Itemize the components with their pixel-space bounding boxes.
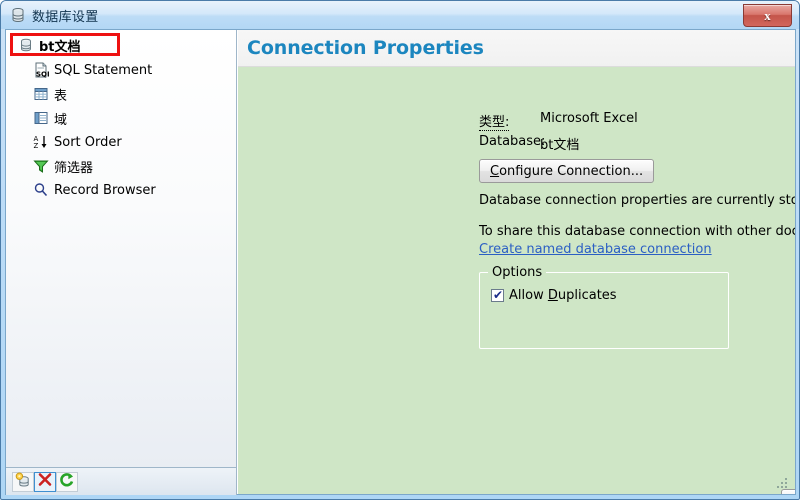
connection-properties-panel: Connection Properties 类型: Microsoft Exce… <box>238 30 795 494</box>
tree-item-label: 表 <box>54 85 67 104</box>
tree-item-sort-order[interactable]: A Z Sort Order <box>33 131 237 153</box>
configure-connection-label: Configure Connection... <box>490 164 643 179</box>
tree-item-label: 筛选器 <box>54 157 93 176</box>
title-bar[interactable]: 数据库设置 x <box>1 1 799 29</box>
allow-duplicates-checkbox[interactable]: ✔ Allow Duplicates <box>491 288 617 303</box>
tree-item-bt-document[interactable]: bt文档 <box>18 34 237 56</box>
checkbox-box[interactable]: ✔ <box>491 289 504 302</box>
close-icon: x <box>744 5 791 26</box>
info-text-stored: Database connection properties are curre… <box>479 193 795 208</box>
tree-item-label: 域 <box>54 109 67 128</box>
database-value: bt文档 <box>540 134 579 153</box>
tree-item-fields[interactable]: 域 <box>33 107 237 129</box>
database-settings-window: 数据库设置 x bt文档 <box>0 0 800 500</box>
filter-icon <box>33 158 49 174</box>
database-icon <box>10 7 26 23</box>
type-label: 类型: <box>479 111 509 130</box>
allow-duplicates-label: Allow Duplicates <box>509 288 617 303</box>
checkmark-icon: ✔ <box>493 289 503 302</box>
tree-item-sql-statement[interactable]: SQL SQL Statement <box>33 59 237 81</box>
tree-item-label: bt文档 <box>39 36 81 55</box>
tree-item-record-browser[interactable]: Record Browser <box>33 179 237 201</box>
info-text-share: To share this database connection with o… <box>479 224 795 239</box>
sort-order-icon: A Z <box>33 134 49 150</box>
tree-toolbar <box>6 467 237 495</box>
window-title: 数据库设置 <box>32 6 99 25</box>
create-named-connection-link[interactable]: Create named database connection <box>479 242 712 257</box>
sql-statement-icon: SQL <box>33 62 49 78</box>
tree-item-tables[interactable]: 表 <box>33 83 237 105</box>
field-icon <box>33 110 49 126</box>
new-database-button[interactable] <box>12 472 34 492</box>
options-group-legend: Options <box>488 265 546 280</box>
tree-item-label: SQL Statement <box>54 63 152 78</box>
table-icon <box>33 86 49 102</box>
green-refresh-icon <box>59 472 75 493</box>
dialog-client-area: bt文档 SQL SQL Statement <box>5 29 796 495</box>
tree-item-label: Sort Order <box>54 135 122 150</box>
tree-item-label: Record Browser <box>54 183 156 198</box>
type-label-text: 类型: <box>479 115 509 131</box>
refresh-button[interactable] <box>56 472 78 492</box>
configure-connection-button[interactable]: Configure Connection... <box>479 159 654 183</box>
database-label: Database: <box>479 134 545 149</box>
database-add-icon <box>15 472 31 493</box>
database-icon <box>18 37 34 53</box>
tree-item-filter[interactable]: 筛选器 <box>33 155 237 177</box>
resize-grip[interactable] <box>777 478 789 490</box>
svg-text:SQL: SQL <box>36 71 49 79</box>
svg-text:Z: Z <box>34 142 39 150</box>
close-button[interactable]: x <box>743 4 792 27</box>
red-x-icon <box>37 472 53 493</box>
options-group-box <box>479 272 729 349</box>
record-browser-icon <box>33 182 49 198</box>
type-value: Microsoft Excel <box>540 111 638 126</box>
page-title: Connection Properties <box>247 37 484 59</box>
delete-button[interactable] <box>34 472 56 492</box>
database-tree-panel[interactable]: bt文档 SQL SQL Statement <box>6 30 237 467</box>
